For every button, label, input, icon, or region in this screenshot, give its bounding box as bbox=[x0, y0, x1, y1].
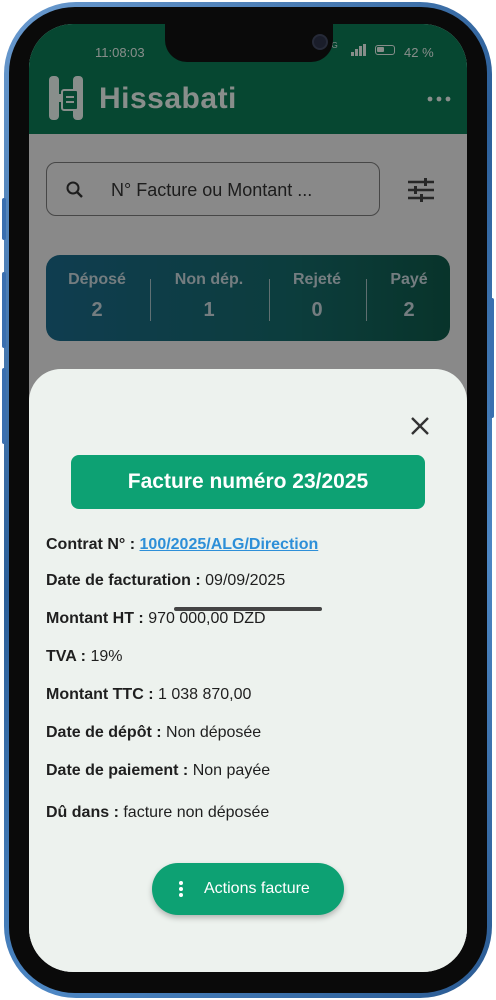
field-label: Date de paiement : bbox=[46, 762, 189, 779]
field-value: 19% bbox=[90, 648, 123, 665]
field-value: 09/09/2025 bbox=[205, 572, 286, 589]
invoice-bottom-sheet: Facture numéro 23/2025 Contrat N° : 100/… bbox=[29, 369, 467, 972]
field-date-facturation: Date de facturation : 09/09/2025 bbox=[46, 572, 285, 590]
field-date-paiement: Date de paiement : Non payée bbox=[46, 762, 270, 780]
field-label: Montant TTC : bbox=[46, 686, 154, 703]
field-montant-ht: Montant HT : 970 000,00 DZD bbox=[46, 610, 266, 628]
field-value: facture non déposée bbox=[123, 804, 270, 821]
field-value: Non payée bbox=[192, 762, 271, 779]
field-tva: TVA : 19% bbox=[46, 648, 122, 666]
more-vertical-icon bbox=[179, 881, 183, 897]
notch bbox=[165, 24, 333, 62]
invoice-title: Facture numéro 23/2025 bbox=[71, 455, 425, 509]
field-label: Montant HT : bbox=[46, 610, 144, 627]
camera-icon bbox=[312, 34, 328, 50]
field-label: TVA : bbox=[46, 648, 86, 665]
field-du-dans: Dû dans : facture non déposée bbox=[46, 804, 269, 822]
actions-facture-button[interactable]: Actions facture bbox=[152, 863, 344, 915]
field-date-depot: Date de dépôt : Non déposée bbox=[46, 724, 261, 742]
field-label: Dû dans : bbox=[46, 804, 119, 821]
contract-row: Contrat N° : 100/2025/ALG/Direction bbox=[46, 536, 318, 554]
volume-up-button bbox=[2, 272, 6, 348]
power-button bbox=[490, 298, 494, 418]
field-label: Date de facturation : bbox=[46, 572, 201, 589]
field-value: 970 000,00 DZD bbox=[148, 610, 266, 627]
field-montant-ttc: Montant TTC : 1 038 870,00 bbox=[46, 686, 251, 704]
home-indicator[interactable] bbox=[174, 607, 322, 611]
actions-label: Actions facture bbox=[204, 880, 310, 897]
field-value: Non déposée bbox=[166, 724, 262, 741]
close-icon[interactable] bbox=[409, 415, 431, 437]
field-value: 1 038 870,00 bbox=[157, 686, 252, 703]
field-label: Date de dépôt : bbox=[46, 724, 162, 741]
volume-down-button bbox=[2, 368, 6, 444]
action-button bbox=[2, 198, 6, 240]
screen: 11:08:03 4G 42 % Hissabati N° Facture ou… bbox=[29, 24, 467, 972]
field-label: Contrat N° : bbox=[46, 536, 136, 553]
contract-link[interactable]: 100/2025/ALG/Direction bbox=[140, 536, 319, 553]
